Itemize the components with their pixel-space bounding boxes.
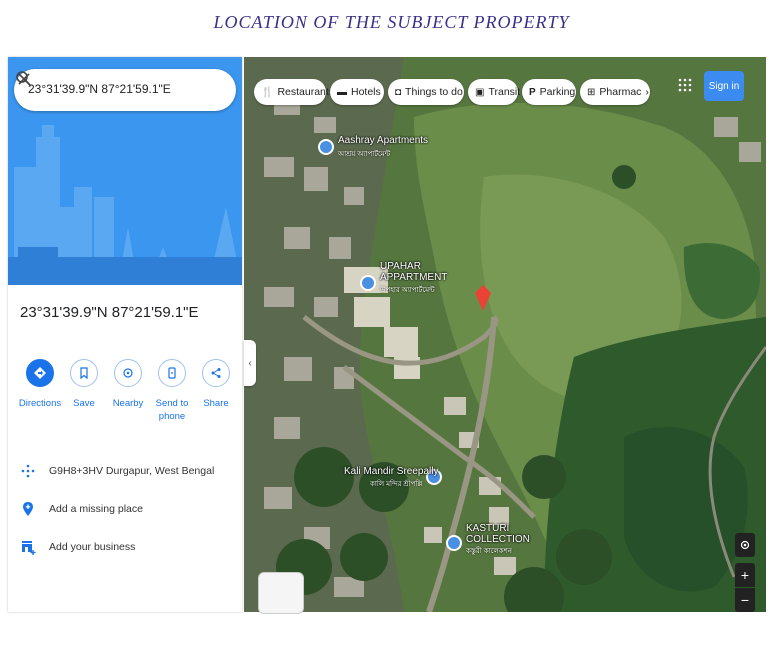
pharmacy-icon: ⊞ <box>587 86 596 98</box>
add-business-icon <box>22 541 36 555</box>
poi-sublabel: কালি মন্দির শ্রীপল্লি <box>370 481 423 488</box>
chip-pharmacy[interactable]: ⊞ Pharmac › <box>580 79 650 105</box>
search-input[interactable]: 23°31'39.9"N 87°21'59.1"E <box>28 82 171 96</box>
poi-sublabel: কস্তুরী কালেকশন <box>466 548 512 555</box>
my-location-icon <box>740 540 750 550</box>
add-missing-place-text: Add a missing place <box>49 503 143 515</box>
poi-label-line1: UPAHAR <box>380 261 421 272</box>
nearby-button[interactable]: Nearby <box>106 359 150 410</box>
hotel-icon: ▬ <box>337 86 347 98</box>
add-missing-place-row[interactable]: Add a missing place <box>20 501 240 521</box>
nearby-label: Nearby <box>112 398 144 409</box>
apartment-pin-icon <box>318 139 334 155</box>
chip-label: Transit <box>488 86 521 98</box>
close-icon[interactable] <box>14 69 34 89</box>
category-chips: 🍴 Restaurants ▬ Hotels ◘ Things to do ▣ Tran… <box>254 79 650 107</box>
hero-illustration: 23°31'39.9"N 87°21'59.1"E <box>8 57 242 285</box>
send-to-phone-label: Send to phone <box>150 397 194 423</box>
poi-sublabel: উপহার অ্যাপার্টমেন্ট <box>380 287 435 294</box>
chip-label: Parking <box>539 86 576 98</box>
chip-things-to-do[interactable]: ◘ Things to do <box>388 79 464 105</box>
save-button[interactable]: Save <box>62 359 106 410</box>
minus-icon: − <box>740 592 750 608</box>
poi-sublabel: আশ্রয় অ্যাপার্টমেন্ট <box>338 151 391 158</box>
send-to-phone-text: Send to phone <box>155 398 189 422</box>
zoom-in-button[interactable]: + <box>735 563 755 587</box>
send-to-phone-button[interactable]: Send to phone <box>150 359 194 423</box>
chip-label: Restaurants <box>277 86 335 98</box>
place-panel: 23°31'39.9"N 87°21'59.1"E 23°31'39.9"N 8… <box>8 57 242 612</box>
add-place-icon <box>23 502 33 516</box>
collapse-panel-button[interactable]: ‹ <box>244 340 256 386</box>
sign-in-button[interactable]: Sign in <box>704 71 744 101</box>
apps-grid-icon[interactable] <box>678 78 692 92</box>
save-label: Save <box>73 398 95 409</box>
satellite-map[interactable]: Aashray Apartments আশ্রয় অ্যাপার্টমেন্ট… <box>244 57 766 612</box>
send-to-phone-icon <box>158 359 186 387</box>
apartment-pin-icon <box>360 275 376 291</box>
camera-icon: ◘ <box>395 86 402 98</box>
share-button[interactable]: Share <box>194 359 238 410</box>
chip-hotels[interactable]: ▬ Hotels <box>330 79 384 105</box>
plus-code-row[interactable]: G9H8+3HV Durgapur, West Bengal <box>20 463 240 483</box>
chevron-right-icon[interactable]: › <box>645 86 649 98</box>
chip-parking[interactable]: P Parking <box>522 79 576 105</box>
directions-button[interactable]: Directions <box>18 359 62 410</box>
chip-restaurants[interactable]: 🍴 Restaurants <box>254 79 334 105</box>
directions-icon <box>26 359 54 387</box>
poi-label-line2: APPARTMENT <box>380 272 448 283</box>
my-location-button[interactable] <box>735 533 755 557</box>
restaurant-icon: 🍴 <box>261 86 274 98</box>
nearby-icon <box>114 359 142 387</box>
plus-code-icon <box>21 464 35 478</box>
chip-label: Things to do <box>405 86 463 98</box>
zoom-out-button[interactable]: − <box>735 588 755 612</box>
chevron-left-icon: ‹ <box>248 357 252 369</box>
parking-icon: P <box>529 86 536 98</box>
transit-icon: ▣ <box>475 86 485 98</box>
plus-icon: + <box>740 567 750 583</box>
chip-transit[interactable]: ▣ Transit <box>468 79 521 105</box>
poi-label: Aashray Apartments <box>338 135 429 146</box>
search-box[interactable]: 23°31'39.9"N 87°21'59.1"E <box>14 69 236 111</box>
subject-property-marker <box>475 285 491 311</box>
directions-label: Directions <box>18 398 62 409</box>
page-title: LOCATION OF THE SUBJECT PROPERTY <box>213 12 570 32</box>
add-business-row[interactable]: Add your business <box>20 539 240 559</box>
share-icon <box>202 359 230 387</box>
shopping-pin-icon <box>446 535 462 551</box>
layers-thumbnail[interactable] <box>258 572 304 614</box>
action-bar: Directions Save Nearby Send to phone Sha… <box>14 359 242 439</box>
share-label: Share <box>203 398 229 409</box>
poi-label-line1: KASTURI <box>466 523 510 534</box>
chip-label: Hotels <box>351 86 381 98</box>
place-title: 23°31'39.9"N 87°21'59.1"E <box>20 304 199 321</box>
bookmark-icon <box>70 359 98 387</box>
plus-code-text: G9H8+3HV Durgapur, West Bengal <box>49 465 215 477</box>
chip-label: Pharmac <box>599 86 642 98</box>
poi-label: Kali Mandir Sreepally <box>344 466 439 477</box>
add-business-text: Add your business <box>49 541 136 553</box>
poi-label-line2: COLLECTION <box>466 534 530 545</box>
